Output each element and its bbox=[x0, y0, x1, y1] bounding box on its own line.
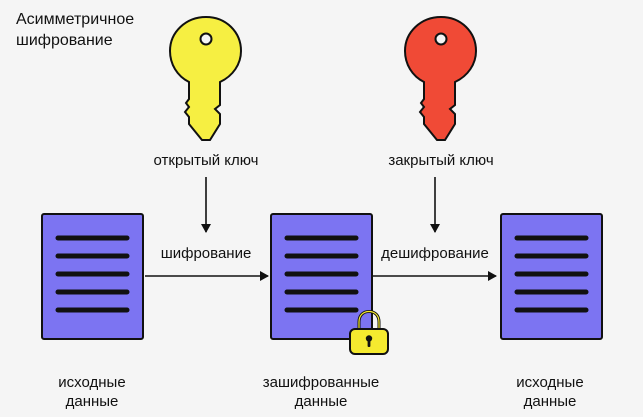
decrypt-label: дешифрование bbox=[381, 245, 489, 262]
source-data-label: исходные данные bbox=[32, 373, 152, 411]
source-data-label-line-1: исходные bbox=[58, 374, 126, 391]
asymmetric-encryption-diagram: Асимметричное шифрование открытый ключ з… bbox=[0, 0, 643, 417]
encrypt-label: шифрование bbox=[160, 245, 252, 262]
padlock-shackle-inner bbox=[358, 310, 380, 330]
encrypted-data-label-line-1: зашифрованные bbox=[262, 374, 380, 391]
encrypted-data-label: зашифрованные данные bbox=[251, 373, 391, 411]
result-data-label-line-2: данные bbox=[523, 393, 577, 410]
arrows-layer bbox=[145, 177, 497, 281]
padlock-icon bbox=[349, 309, 389, 355]
result-document-icon bbox=[500, 213, 603, 340]
source-document-icon bbox=[41, 213, 144, 340]
result-data-label-line-1: исходные bbox=[516, 374, 584, 391]
source-data-label-line-2: данные bbox=[65, 393, 119, 410]
encrypted-data-label-line-2: данные bbox=[294, 393, 348, 410]
result-data-label: исходные данные bbox=[490, 373, 610, 411]
